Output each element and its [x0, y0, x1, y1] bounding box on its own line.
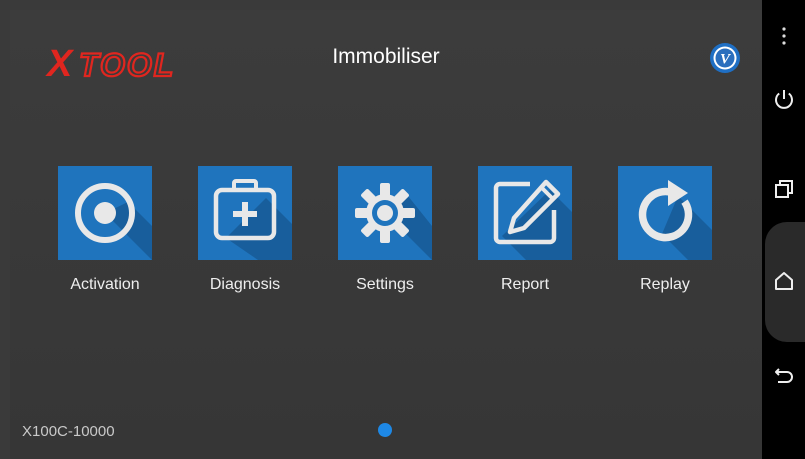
tile-replay[interactable]: Replay — [618, 166, 718, 306]
tile-settings[interactable]: Settings — [338, 166, 438, 306]
vci-connection-icon[interactable]: V — [709, 42, 741, 74]
tile-label-replay: Replay — [640, 276, 690, 293]
page-title: Immobiliser — [332, 45, 440, 68]
recent-apps-button[interactable] — [762, 170, 805, 210]
more-options-button[interactable] — [762, 18, 805, 58]
activation-tile-icon — [58, 166, 152, 260]
report-tile-icon — [478, 166, 572, 260]
android-navigation-bar — [762, 0, 805, 459]
tile-report[interactable]: Report — [478, 166, 578, 306]
back-button[interactable] — [762, 356, 805, 396]
tile-label-report: Report — [500, 276, 550, 293]
power-button[interactable] — [762, 80, 805, 120]
tile-activation[interactable]: Activation — [58, 166, 158, 306]
recent-apps-icon — [775, 180, 793, 198]
replay-tile-icon — [618, 166, 712, 260]
home-icon — [775, 272, 793, 290]
page-indicator-dot — [378, 423, 392, 437]
device-screen: X TOOL Immobiliser V Activation Diagnosi… — [0, 0, 805, 459]
more-options-icon — [782, 27, 786, 45]
back-icon — [775, 368, 793, 383]
settings-tile-icon — [338, 166, 432, 260]
tile-label-settings: Settings — [356, 276, 414, 293]
function-tiles: Activation Diagnosis Settings Report Rep… — [58, 166, 718, 306]
gear-icon — [355, 183, 415, 243]
tile-label-activation: Activation — [70, 276, 140, 293]
immobiliser-app: X TOOL Immobiliser V Activation Diagnosi… — [10, 10, 762, 459]
tile-label-diagnosis: Diagnosis — [209, 276, 281, 293]
device-serial: X100C-10000 — [22, 423, 115, 440]
home-button[interactable] — [762, 262, 805, 302]
power-icon — [775, 90, 793, 109]
tile-diagnosis[interactable]: Diagnosis — [198, 166, 298, 306]
diagnosis-tile-icon — [198, 166, 292, 260]
